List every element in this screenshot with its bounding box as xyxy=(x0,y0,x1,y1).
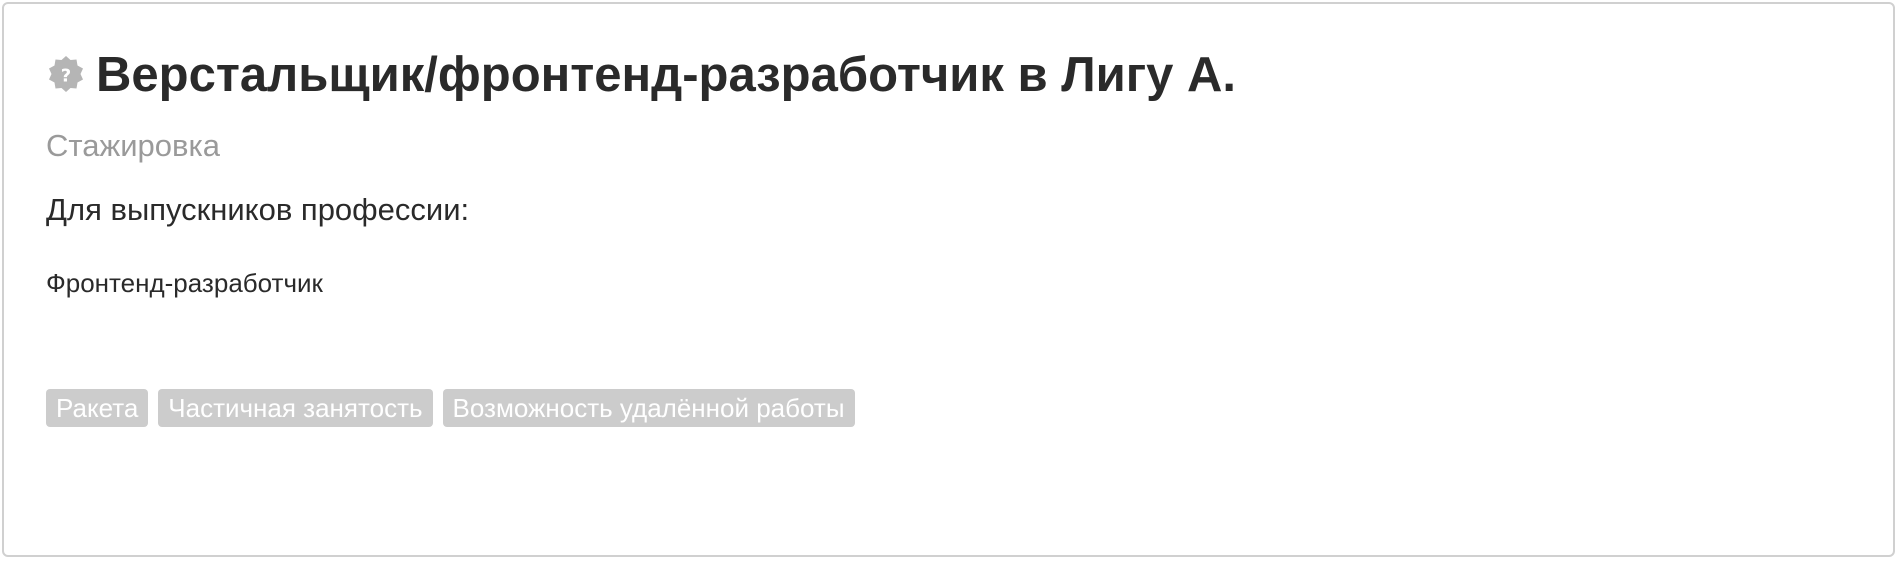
vacancy-header: ? Верстальщик/фронтенд-разработчик в Лиг… xyxy=(46,44,1236,106)
vacancy-title[interactable]: Верстальщик/фронтенд-разработчик в Лигу … xyxy=(96,44,1236,106)
tag-list: Ракета Частичная занятость Возможность у… xyxy=(46,389,855,427)
svg-text:?: ? xyxy=(61,66,71,87)
vacancy-type: Стажировка xyxy=(46,128,220,163)
tag-remote-work: Возможность удалённой работы xyxy=(442,389,855,427)
profession-name: Фронтенд-разработчик xyxy=(46,268,323,298)
tag-raketa: Ракета xyxy=(46,389,149,427)
vacancy-card[interactable]: ? Верстальщик/фронтенд-разработчик в Лиг… xyxy=(2,2,1895,557)
question-badge-icon: ? xyxy=(46,55,86,95)
graduates-label: Для выпускников профессии: xyxy=(46,192,470,227)
tag-part-time: Частичная занятость xyxy=(158,389,433,427)
